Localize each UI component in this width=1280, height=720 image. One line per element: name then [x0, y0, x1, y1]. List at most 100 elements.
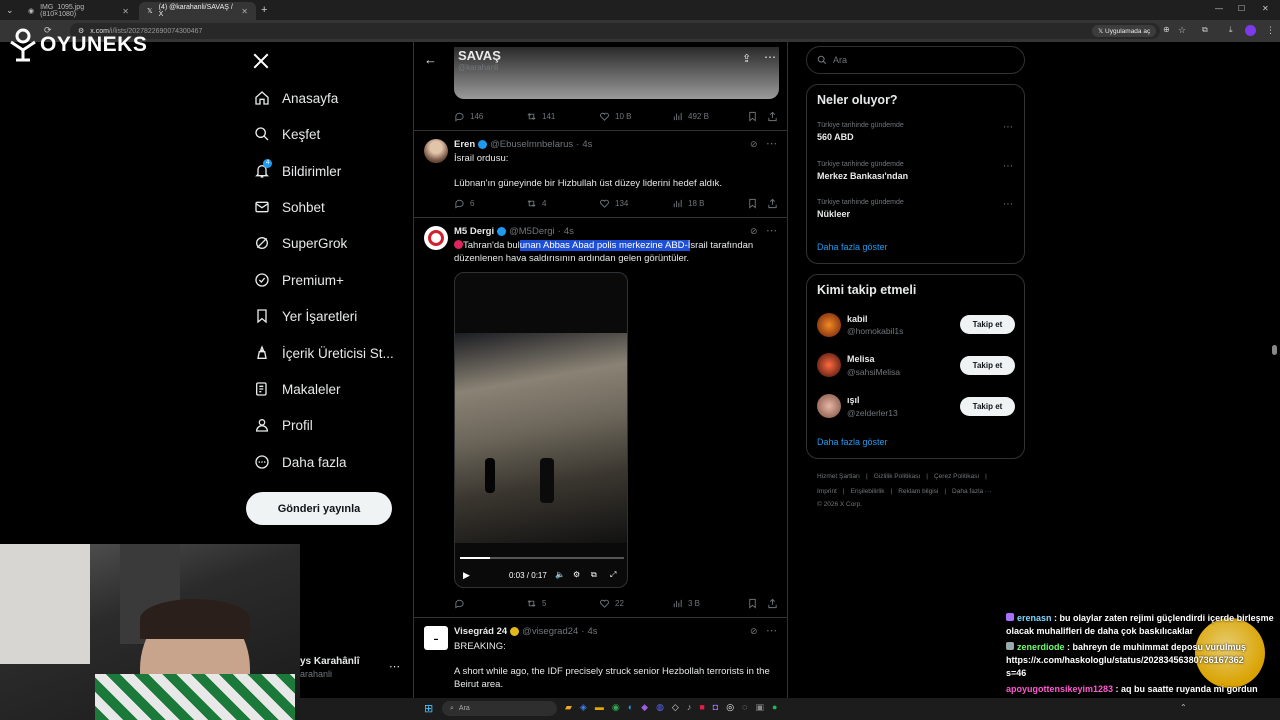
- discord-icon[interactable]: ◍: [656, 702, 664, 713]
- app-icon[interactable]: ▣: [755, 702, 764, 713]
- app-icon[interactable]: ■: [699, 702, 704, 713]
- copilot-icon[interactable]: ◈: [580, 702, 587, 713]
- follow-button[interactable]: Takip et: [960, 397, 1015, 416]
- footer-link-imprint[interactable]: Imprint: [817, 488, 837, 495]
- avatar[interactable]: [817, 353, 841, 377]
- app-icon[interactable]: ◇: [672, 702, 679, 713]
- taskbar-search[interactable]: ⌕ Ara: [442, 701, 557, 716]
- sidebar-item-home[interactable]: Anasayfa: [254, 84, 338, 112]
- account-name[interactable]: ys Karahânlî: [300, 656, 359, 667]
- tweet-author-handle[interactable]: @M5Dergi: [509, 226, 555, 237]
- tweet-time[interactable]: 4s: [587, 626, 597, 637]
- play-icon[interactable]: ▶: [463, 570, 470, 581]
- share-button[interactable]: [767, 198, 778, 209]
- tweet-author-name[interactable]: M5 Dergi: [454, 226, 494, 237]
- grok-icon[interactable]: ⊘: [750, 139, 758, 150]
- zoom-icon[interactable]: ⊕: [1163, 25, 1170, 34]
- scrollbar-thumb[interactable]: [1272, 345, 1277, 355]
- follow-button[interactable]: Takip et: [960, 356, 1015, 375]
- chrome-icon[interactable]: ◉: [612, 702, 620, 713]
- app-icon[interactable]: ◆: [641, 702, 648, 713]
- timeline[interactable]: ← SAVAŞ @karahanli ⇪ ⋯ 146 141 10 B 492 …: [413, 42, 788, 720]
- tweet-author-handle[interactable]: @visegrad24: [522, 626, 578, 637]
- bookmark-button[interactable]: [747, 198, 758, 209]
- video-player[interactable]: ▶ 0:03 / 0:17 🔈 ⚙ ⧉ ⤢: [454, 272, 628, 588]
- grok-icon[interactable]: ⊘: [750, 226, 758, 237]
- trend-item[interactable]: Türkiye tarihinde gündemde Merkez Bankas…: [817, 161, 908, 181]
- trend-more-icon[interactable]: ⋯: [1003, 161, 1013, 172]
- media-preview-image[interactable]: [454, 47, 779, 99]
- tweet-time[interactable]: 4s: [582, 139, 592, 150]
- share-icon[interactable]: ⇪: [742, 52, 751, 65]
- follow-show-more-link[interactable]: Daha fazla göster: [817, 437, 888, 447]
- sidebar-item-articles[interactable]: Makaleler: [254, 375, 341, 403]
- edge-icon[interactable]: ◐: [628, 702, 633, 713]
- post-button[interactable]: Gönderi yayınla: [246, 492, 392, 525]
- folder-icon[interactable]: ▬: [595, 702, 604, 713]
- download-icon[interactable]: ⤓: [1229, 25, 1233, 35]
- x-logo-icon[interactable]: [252, 52, 270, 76]
- share-button[interactable]: [767, 598, 778, 609]
- back-arrow-icon[interactable]: ←: [424, 52, 437, 67]
- reply-button[interactable]: 146: [454, 111, 483, 122]
- browser-menu-icon[interactable]: ⋮: [1266, 25, 1275, 36]
- tweet-more-icon[interactable]: ⋯: [766, 624, 777, 637]
- avatar[interactable]: [817, 313, 841, 337]
- reply-button[interactable]: [454, 598, 470, 609]
- trend-item[interactable]: Türkiye tarihinde gündemde 560 ABD: [817, 122, 904, 142]
- repost-button[interactable]: 4: [526, 198, 546, 209]
- tab-list-icon[interactable]: ⌄: [6, 5, 14, 16]
- app-icon[interactable]: ♪: [687, 702, 692, 713]
- tweet-author-name[interactable]: Visegrád 24: [454, 626, 507, 637]
- follow-name[interactable]: kabil: [847, 314, 868, 324]
- browser-tab-x[interactable]: 𝕏 (4) @karahanli/SAVAŞ / X ✕: [139, 2, 256, 20]
- trends-show-more-link[interactable]: Daha fazla göster: [817, 242, 888, 252]
- repost-button[interactable]: 5: [526, 598, 546, 609]
- bookmark-button[interactable]: [747, 598, 758, 609]
- footer-link-more[interactable]: Daha fazla ···: [952, 488, 991, 495]
- trend-more-icon[interactable]: ⋯: [1003, 199, 1013, 210]
- more-icon[interactable]: ⋯: [764, 50, 776, 64]
- open-in-app-chip[interactable]: 𝕏 Uygulamada aç: [1092, 25, 1157, 37]
- footer-link-ads-info[interactable]: Reklam bilgisi: [898, 488, 938, 495]
- sidebar-item-messages[interactable]: Sohbet: [254, 193, 325, 221]
- tray-chevron-icon[interactable]: ⌃: [1180, 703, 1187, 712]
- tweet-author-handle[interactable]: @Ebuselmnbelarus: [490, 139, 573, 150]
- follow-name[interactable]: ışıl: [847, 395, 860, 405]
- tweet-time[interactable]: 4s: [564, 226, 574, 237]
- reply-button[interactable]: 6: [454, 198, 474, 209]
- views-button[interactable]: 3 B: [672, 598, 700, 609]
- follow-button[interactable]: Takip et: [960, 315, 1015, 334]
- twitch-icon[interactable]: ◘: [713, 702, 718, 713]
- tweet-author-name[interactable]: Eren: [454, 139, 475, 150]
- trend-item[interactable]: Türkiye tarihinde gündemde Nükleer: [817, 199, 904, 219]
- footer-link-cookies[interactable]: Çerez Politikası: [934, 473, 979, 480]
- footer-link-accessibility[interactable]: Erişilebilirlik: [851, 488, 885, 495]
- sidebar-item-supergrok[interactable]: SuperGrok: [254, 229, 347, 257]
- repost-button[interactable]: 141: [526, 111, 555, 122]
- settings-icon[interactable]: ⚙: [573, 570, 580, 579]
- footer-link-terms[interactable]: Hizmet Şartları: [817, 473, 860, 480]
- avatar[interactable]: [424, 139, 448, 163]
- address-bar[interactable]: ⚙ x.com/i/lists/2027822690074300467: [70, 23, 1160, 39]
- tweet-more-icon[interactable]: ⋯: [766, 224, 777, 237]
- star-icon[interactable]: ☆: [1178, 25, 1186, 36]
- sidebar-item-bookmarks[interactable]: Yer İşaretleri: [254, 302, 357, 330]
- tweet-more-icon[interactable]: ⋯: [766, 137, 777, 150]
- like-button[interactable]: 10 B: [599, 111, 631, 122]
- bookmark-button[interactable]: [747, 111, 758, 122]
- sidebar-item-profile[interactable]: Profil: [254, 411, 313, 439]
- views-button[interactable]: 18 B: [672, 198, 704, 209]
- sidebar-item-more[interactable]: Daha fazla: [254, 448, 347, 476]
- trend-more-icon[interactable]: ⋯: [1003, 122, 1013, 133]
- avatar[interactable]: [817, 394, 841, 418]
- volume-icon[interactable]: 🔈: [555, 570, 565, 579]
- spotify-icon[interactable]: ●: [772, 702, 777, 713]
- sidebar-item-notifications[interactable]: 4 Bildirimler: [254, 157, 341, 185]
- share-button[interactable]: [767, 111, 778, 122]
- file-explorer-icon[interactable]: ▰: [565, 702, 572, 713]
- close-icon[interactable]: ✕: [241, 7, 248, 16]
- sidebar-item-explore[interactable]: Keşfet: [254, 120, 320, 148]
- app-icon[interactable]: ◌: [742, 702, 747, 713]
- window-close-icon[interactable]: ✕: [1262, 4, 1269, 13]
